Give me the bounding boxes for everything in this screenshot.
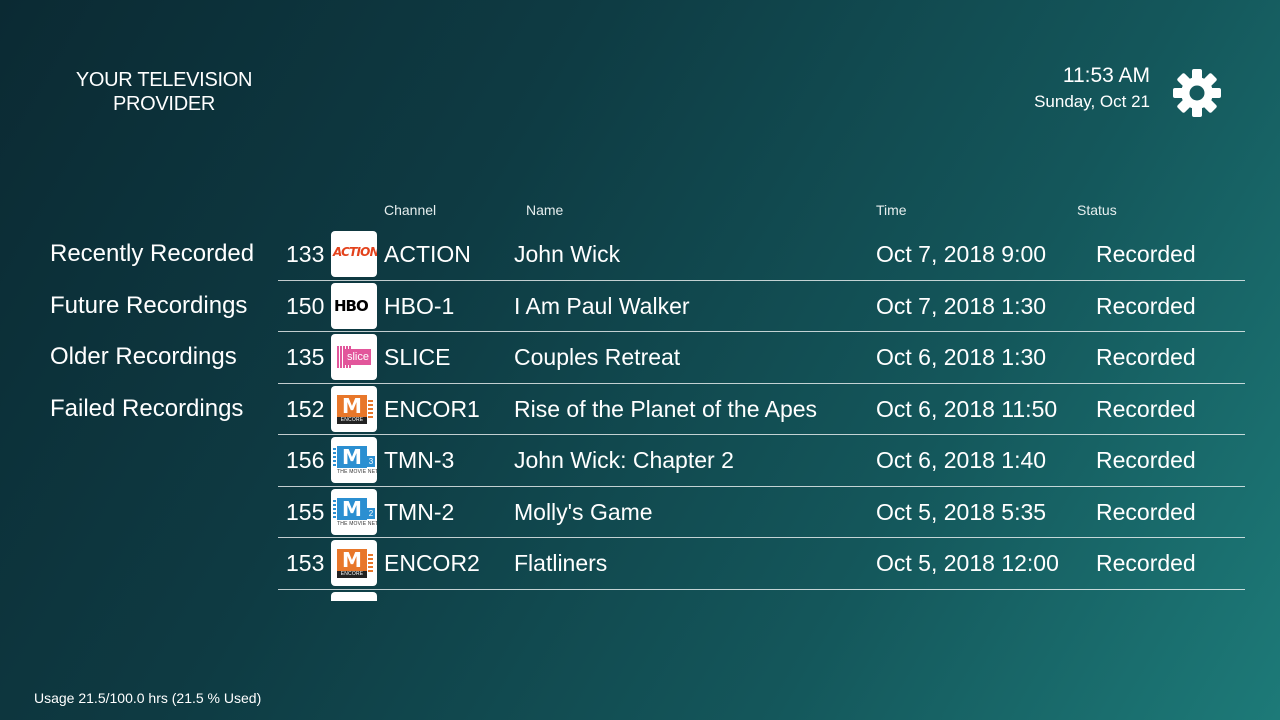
- header-name: Name: [526, 202, 564, 218]
- logo-stripes: [368, 552, 373, 572]
- nav-recently-recorded[interactable]: Recently Recorded: [50, 228, 280, 280]
- recording-time: Oct 6, 2018 1:40: [876, 447, 1047, 473]
- logo-stripes: [333, 448, 336, 466]
- channel-logo-encore: M ENCORE: [331, 385, 377, 432]
- recording-status: Recorded: [1096, 241, 1196, 267]
- table-row[interactable]: 153 M ENCORE ENCOR2 Flatliners Oct 5, 20…: [278, 538, 1245, 590]
- table-row[interactable]: 152 M ENCORE ENCOR1 Rise of the Planet o…: [278, 384, 1245, 435]
- provider-logo-text: YOUR TELEVISION PROVIDER: [60, 68, 268, 116]
- table-row-partial[interactable]: [278, 590, 1245, 601]
- gear-icon: [1173, 69, 1221, 117]
- program-name: Molly's Game: [514, 498, 653, 525]
- channel-logo-slice: slice: [331, 334, 377, 380]
- nav-failed-recordings[interactable]: Failed Recordings: [50, 383, 280, 435]
- logo-number: 3: [367, 456, 375, 467]
- recording-time: Oct 5, 2018 12:00: [876, 550, 1059, 576]
- recording-time: Oct 7, 2018 1:30: [876, 292, 1047, 319]
- clock-time: 11:53 AM: [1062, 64, 1150, 87]
- recording-status: Recorded: [1096, 447, 1196, 473]
- logo-stripes: [368, 397, 373, 418]
- channel-name: ENCOR1: [384, 395, 480, 422]
- program-name: Rise of the Planet of the Apes: [514, 395, 818, 422]
- channel-number: 153: [286, 550, 325, 576]
- clock: 11:53 AM Sunday, Oct 21: [1034, 62, 1150, 114]
- table-row[interactable]: 135 slice SLICE Couples Retreat Oct 6, 2…: [278, 332, 1245, 384]
- nav-future-recordings[interactable]: Future Recordings: [50, 280, 280, 332]
- program-name: Couples Retreat: [514, 344, 681, 370]
- recording-time: Oct 7, 2018 9:00: [876, 241, 1047, 267]
- recordings-table[interactable]: 133 ACTION ACTION John Wick Oct 7, 2018 …: [278, 229, 1245, 601]
- channel-name: TMN-3: [384, 447, 455, 473]
- logo-text: M: [337, 394, 367, 417]
- table-row[interactable]: 156 M 3 THE MOVIE NETWORK TMN-3 John Wic…: [278, 435, 1245, 487]
- recording-time: Oct 6, 2018 11:50: [876, 395, 1058, 422]
- channel-name: ENCOR2: [384, 550, 480, 576]
- program-name: Flatliners: [514, 550, 608, 576]
- channel-logo-tmn: M 2 THE MOVIE NETWORK: [331, 488, 377, 535]
- channel-logo: [331, 591, 377, 601]
- recording-time: Oct 6, 2018 1:30: [876, 344, 1047, 370]
- recording-status: Recorded: [1096, 395, 1196, 422]
- logo-subtext: THE MOVIE NETWORK: [337, 520, 377, 527]
- logo-subtext: THE MOVIE NETWORK: [337, 469, 377, 475]
- channel-name: SLICE: [384, 344, 451, 370]
- table-row[interactable]: 150 HBO HBO-1 I Am Paul Walker Oct 7, 20…: [278, 281, 1245, 332]
- logo-stripes: [333, 499, 336, 518]
- logo-text: M: [337, 497, 367, 520]
- channel-number: 135: [286, 344, 325, 370]
- channel-number: 156: [286, 447, 325, 473]
- provider-name-line1: YOUR TELEVISION: [75, 69, 253, 91]
- usage-status: Usage 21.5/100.0 hrs (21.5 % Used): [34, 690, 262, 706]
- channel-number: 155: [286, 498, 325, 525]
- recording-status: Recorded: [1096, 550, 1196, 576]
- recording-time: Oct 5, 2018 5:35: [876, 498, 1047, 525]
- channel-logo-tmn: M 3 THE MOVIE NETWORK: [331, 437, 377, 483]
- channel-logo-action: ACTION: [331, 231, 377, 277]
- channel-name: ACTION: [384, 241, 471, 267]
- table-row[interactable]: 133 ACTION ACTION John Wick Oct 7, 2018 …: [278, 229, 1245, 281]
- logo-subtext: ENCORE: [337, 571, 367, 578]
- channel-name: HBO-1: [384, 292, 455, 319]
- recording-status: Recorded: [1096, 498, 1196, 525]
- logo-text: HBO: [334, 296, 369, 315]
- logo-text: slice: [345, 349, 371, 365]
- clock-date: Sunday, Oct 21: [1034, 92, 1150, 111]
- program-name: John Wick: Chapter 2: [514, 447, 734, 473]
- channel-logo-encore: M ENCORE: [331, 540, 377, 586]
- channel-number: 133: [286, 241, 325, 267]
- channel-name: TMN-2: [384, 498, 455, 525]
- channel-logo-hbo: HBO: [331, 282, 377, 329]
- logo-number: 2: [367, 507, 375, 519]
- program-name: I Am Paul Walker: [514, 292, 690, 319]
- recording-status: Recorded: [1096, 344, 1196, 370]
- header-time: Time: [876, 202, 907, 218]
- settings-button[interactable]: [1172, 68, 1222, 118]
- channel-number: 152: [286, 395, 325, 422]
- nav-older-recordings[interactable]: Older Recordings: [50, 331, 280, 383]
- logo-text: M: [337, 446, 367, 468]
- provider-name-line2: PROVIDER: [112, 93, 216, 115]
- logo-text: ACTION: [333, 245, 377, 259]
- program-name: John Wick: [514, 241, 621, 267]
- recordings-nav: Recently Recorded Future Recordings Olde…: [50, 228, 280, 434]
- header-channel: Channel: [384, 202, 437, 218]
- channel-number: 150: [286, 292, 325, 319]
- logo-text: M: [337, 549, 367, 571]
- recording-status: Recorded: [1096, 292, 1196, 319]
- logo-subtext: ENCORE: [337, 416, 367, 424]
- table-row[interactable]: 155 M 2 THE MOVIE NETWORK TMN-2 Molly's …: [278, 487, 1245, 538]
- header-status: Status: [1077, 202, 1117, 218]
